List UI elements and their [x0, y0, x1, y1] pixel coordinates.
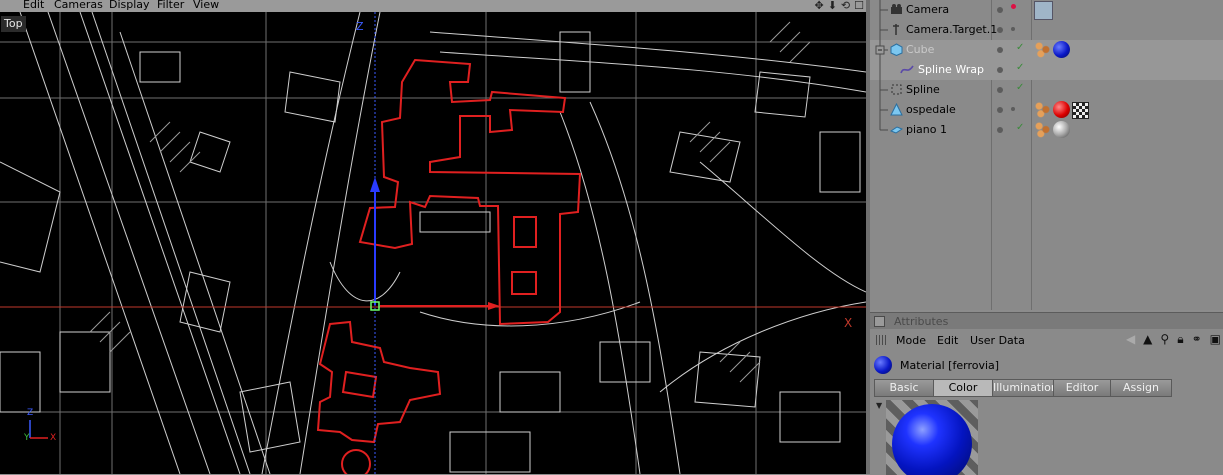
object-row-camera[interactable]: Camera — [870, 0, 1223, 20]
viewport-navigation-icons: ✥ ⬇ ⟲ ☐ — [814, 0, 864, 12]
editor-visibility-dot[interactable] — [997, 47, 1003, 53]
object-name[interactable]: Camera.Target.1 — [906, 23, 997, 36]
tab-editor[interactable]: Editor — [1053, 379, 1111, 397]
attributes-menubar: Mode Edit User Data ◀ ▲ ⚲ 🔒︎ ⚭ ▣ — [870, 330, 1223, 350]
view-name-label: Top — [1, 16, 26, 32]
x-axis-label: X — [844, 316, 853, 330]
object-name[interactable]: ospedale — [906, 103, 956, 116]
editor-visibility-dot[interactable] — [997, 27, 1003, 33]
link-icon[interactable]: ⚭ — [1192, 332, 1202, 347]
new-window-icon[interactable]: ▣ — [1210, 332, 1221, 347]
attributes-title: Attributes — [894, 315, 949, 328]
object-row-cube[interactable]: Cube ✓ — [870, 40, 1223, 60]
material-preview[interactable] — [886, 400, 978, 475]
z-axis-handle[interactable] — [370, 177, 380, 192]
axis-indicator — [29, 420, 48, 439]
tab-color[interactable]: Color — [933, 379, 993, 397]
camera-icon — [890, 3, 903, 16]
editor-visibility-dot[interactable] — [997, 87, 1003, 93]
material-sphere — [892, 404, 972, 475]
null-target-icon — [890, 23, 903, 36]
z-axis-label: Z — [356, 20, 364, 33]
viewport-panel[interactable]: Edit Cameras Display Filter View ✥ ⬇ ⟲ ☐ — [0, 0, 866, 474]
enabled-check-icon[interactable]: ✓ — [1016, 122, 1024, 133]
grey-material-icon[interactable] — [1053, 121, 1070, 138]
texture-tag-icon[interactable] — [1034, 41, 1051, 58]
indicator-y-label: Y — [24, 433, 30, 443]
object-manager: Camera Camera.Target.1 Cube ✓ Spline Wra… — [870, 0, 1223, 310]
back-arrow-icon[interactable]: ◀ — [1126, 332, 1135, 347]
texture-tag-icon[interactable] — [1034, 101, 1051, 118]
editor-visibility-dot[interactable] — [997, 127, 1003, 133]
hierarchy-tree-lines — [875, 0, 888, 131]
plane-icon — [889, 123, 904, 136]
object-name[interactable]: piano 1 — [906, 123, 947, 136]
viewport-menu-display[interactable]: Display — [109, 0, 150, 12]
camera-tag-icon[interactable] — [1034, 1, 1053, 20]
viewport-menubar: Edit Cameras Display Filter View ✥ ⬇ ⟲ ☐ — [0, 0, 866, 12]
attributes-manager: Attributes Mode Edit User Data ◀ ▲ ⚲ 🔒︎ … — [870, 312, 1223, 475]
attributes-menu-user-data[interactable]: User Data — [970, 334, 1025, 347]
object-row-piano-1[interactable]: piano 1 ✓ — [870, 120, 1223, 140]
render-visibility-dot[interactable] — [1011, 4, 1016, 9]
rotate-view-icon[interactable]: ⟲ — [841, 0, 850, 12]
viewport-menu-edit[interactable]: Edit — [23, 0, 44, 12]
object-name[interactable]: Cube — [906, 43, 934, 56]
tab-basic[interactable]: Basic — [874, 379, 934, 397]
zoom-view-icon[interactable]: ⬇ — [828, 0, 837, 12]
enabled-check-icon[interactable]: ✓ — [1016, 82, 1024, 93]
attributes-menu-mode[interactable]: Mode — [896, 334, 926, 347]
editor-visibility-dot[interactable] — [997, 7, 1003, 13]
indicator-x-label: X — [50, 433, 57, 443]
viewport-canvas[interactable] — [0, 12, 866, 474]
attributes-menu-edit[interactable]: Edit — [937, 334, 958, 347]
search-icon[interactable]: ⚲ — [1160, 332, 1169, 347]
x-axis-handle[interactable] — [488, 302, 500, 310]
render-visibility-dot[interactable] — [1011, 27, 1015, 31]
spline-wrap-icon — [900, 63, 914, 76]
material-name: Material [ferrovia] — [900, 359, 1000, 372]
object-row-ospedale[interactable]: ospedale — [870, 100, 1223, 120]
render-visibility-dot[interactable] — [1011, 107, 1015, 111]
object-name[interactable]: Spline Wrap — [918, 63, 984, 76]
object-name[interactable]: Spline — [906, 83, 940, 96]
material-header: Material [ferrovia] — [870, 353, 1223, 377]
enabled-check-icon[interactable]: ✓ — [1016, 62, 1024, 73]
move-view-icon[interactable]: ✥ — [814, 0, 823, 12]
maximize-view-icon[interactable]: ☐ — [854, 0, 864, 12]
lock-icon[interactable]: 🔒︎ — [1177, 332, 1183, 347]
enabled-check-icon[interactable]: ✓ — [1016, 42, 1024, 53]
object-row-spline[interactable]: Spline ✓ — [870, 80, 1223, 100]
map-linework — [0, 12, 866, 474]
checker-material-icon[interactable] — [1072, 102, 1089, 119]
editor-visibility-dot[interactable] — [997, 107, 1003, 113]
editor-visibility-dot[interactable] — [997, 67, 1003, 73]
indicator-z-label: Z — [27, 408, 34, 418]
polygon-object-icon — [890, 102, 903, 116]
texture-tag-icon[interactable] — [1034, 121, 1051, 138]
spline-icon — [890, 83, 903, 96]
viewport-menu-cameras[interactable]: Cameras — [54, 0, 103, 12]
object-name[interactable]: Camera — [906, 3, 949, 16]
viewport-menu-view[interactable]: View — [193, 0, 219, 12]
cube-icon — [890, 43, 903, 57]
collapse-arrow-icon[interactable]: ▼ — [876, 401, 882, 410]
red-material-icon[interactable] — [1053, 101, 1070, 118]
panel-grip-icon[interactable] — [874, 316, 885, 327]
tab-illumination[interactable]: Illumination — [992, 379, 1058, 397]
menu-grip-icon[interactable] — [876, 335, 886, 345]
attributes-title-bar: Attributes — [870, 313, 1223, 329]
material-preview-icon — [874, 356, 892, 374]
viewport-grid — [0, 12, 866, 474]
object-row-camera-target[interactable]: Camera.Target.1 — [870, 20, 1223, 40]
viewport-menu-filter[interactable]: Filter — [157, 0, 184, 12]
up-arrow-icon[interactable]: ▲ — [1143, 332, 1152, 347]
attribute-tabs: Basic Color Illumination Editor Assign — [874, 379, 1172, 397]
tab-assign[interactable]: Assign — [1110, 379, 1172, 397]
blue-material-icon[interactable] — [1053, 41, 1070, 58]
object-row-spline-wrap[interactable]: Spline Wrap ✓ — [870, 60, 1223, 80]
